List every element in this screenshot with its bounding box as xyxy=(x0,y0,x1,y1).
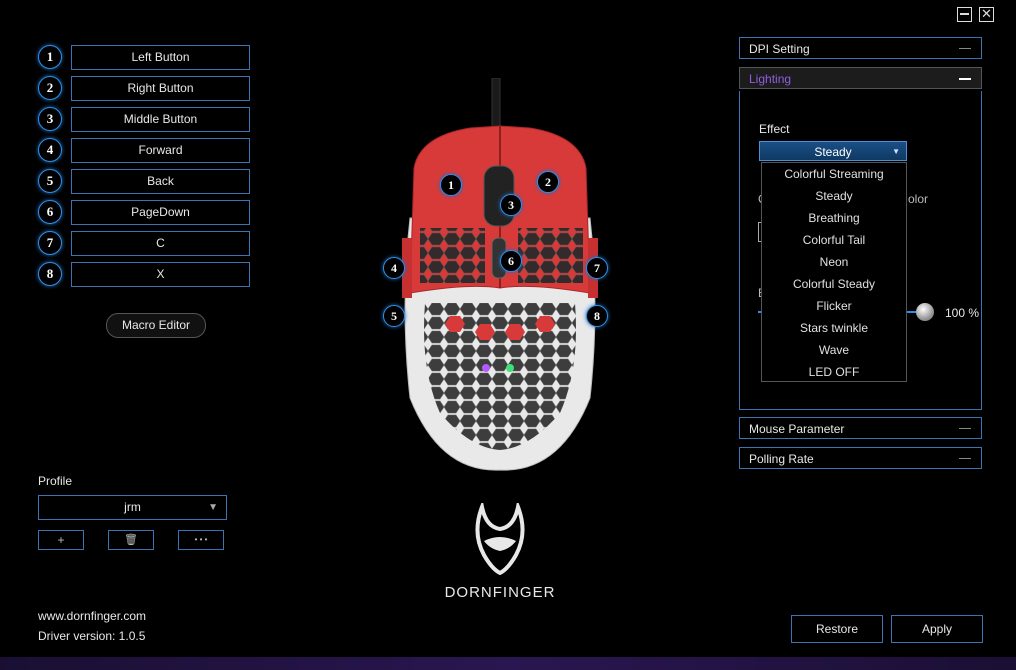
collapse-icon xyxy=(959,428,971,429)
button-number-8: 8 xyxy=(38,262,62,286)
effect-option[interactable]: Breathing xyxy=(762,207,906,229)
chevron-down-icon: ▼ xyxy=(208,502,218,513)
effect-option[interactable]: Colorful Streaming xyxy=(762,163,906,185)
effect-selected-value: Steady xyxy=(814,145,852,159)
collapse-icon xyxy=(959,78,971,80)
mouse-image: 1 2 3 4 5 6 7 8 xyxy=(380,77,620,478)
more-options-button[interactable]: • • • xyxy=(178,530,224,550)
button-number-3: 3 xyxy=(38,107,62,131)
website-link[interactable]: www.dornfinger.com xyxy=(38,609,146,623)
effect-option[interactable]: Colorful Tail xyxy=(762,229,906,251)
key-assignment-button-1[interactable]: Left Button xyxy=(71,45,250,70)
color-label-partial: olor xyxy=(908,192,929,206)
effect-option[interactable]: Wave xyxy=(762,339,906,361)
delete-profile-button[interactable]: 🗑 xyxy=(108,530,154,550)
effect-select[interactable]: Steady ▼ xyxy=(759,141,907,161)
effect-label: Effect xyxy=(759,122,790,136)
brightness-value: 100 % xyxy=(945,306,980,320)
brand-name: DORNFINGER xyxy=(444,584,556,601)
key-assignment-button-8[interactable]: X xyxy=(71,262,250,287)
button-number-1: 1 xyxy=(38,45,62,69)
effect-option[interactable]: Steady xyxy=(762,185,906,207)
key-assignment-button-6[interactable]: PageDown xyxy=(71,200,250,225)
key-assignment-button-7[interactable]: C xyxy=(71,231,250,256)
brand-logo xyxy=(470,499,530,576)
button-number-6: 6 xyxy=(38,200,62,224)
dornfinger-logo-icon xyxy=(475,499,525,576)
panel-lighting-label: Lighting xyxy=(749,72,792,86)
mouse-marker-7[interactable]: 7 xyxy=(586,257,608,279)
mouse-marker-3[interactable]: 3 xyxy=(500,194,522,216)
mouse-marker-6[interactable]: 6 xyxy=(500,250,522,272)
panel-dpi-label: DPI Setting xyxy=(749,42,810,56)
close-icon[interactable]: ✕ xyxy=(979,7,994,22)
key-assignment-button-5[interactable]: Back xyxy=(71,169,250,194)
mouse-illustration xyxy=(402,77,598,471)
chevron-down-icon: ▼ xyxy=(892,147,900,156)
mouse-marker-8[interactable]: 8 xyxy=(586,305,608,327)
button-number-4: 4 xyxy=(38,138,62,162)
key-assignment-button-2[interactable]: Right Button xyxy=(71,76,250,101)
button-number-2: 2 xyxy=(38,76,62,100)
effect-option[interactable]: Stars twinkle xyxy=(762,317,906,339)
panel-dpi-setting[interactable]: DPI Setting xyxy=(739,37,982,59)
profile-label: Profile xyxy=(38,474,73,488)
key-assignment-button-3[interactable]: Middle Button xyxy=(71,107,250,132)
key-assignment-button-4[interactable]: Forward xyxy=(71,138,250,163)
effect-option[interactable]: LED OFF xyxy=(762,361,906,383)
bottom-decorative-strip xyxy=(0,657,1016,670)
restore-button[interactable]: Restore xyxy=(791,615,883,643)
panel-polling-rate[interactable]: Polling Rate xyxy=(739,447,982,469)
button-number-5: 5 xyxy=(38,169,62,193)
driver-version: Driver version: 1.0.5 xyxy=(38,629,146,643)
panel-polling-rate-label: Polling Rate xyxy=(749,452,814,466)
panel-lighting[interactable]: Lighting xyxy=(739,67,982,89)
profile-selected-value: jrm xyxy=(124,500,141,514)
collapse-icon xyxy=(959,48,971,49)
apply-button[interactable]: Apply xyxy=(891,615,983,643)
profile-select[interactable]: jrm ▼ xyxy=(38,495,227,520)
effect-option[interactable]: Flicker xyxy=(762,295,906,317)
add-profile-button[interactable]: + xyxy=(38,530,84,550)
panel-mouse-parameter[interactable]: Mouse Parameter xyxy=(739,417,982,439)
trash-icon: 🗑 xyxy=(124,534,138,546)
mouse-marker-4[interactable]: 4 xyxy=(383,257,405,279)
panel-mouse-parameter-label: Mouse Parameter xyxy=(749,422,845,436)
button-number-7: 7 xyxy=(38,231,62,255)
mouse-marker-1[interactable]: 1 xyxy=(440,174,462,196)
collapse-icon xyxy=(959,458,971,459)
effect-dropdown-list: Colorful Streaming Steady Breathing Colorfu… xyxy=(761,162,907,382)
minimize-icon[interactable] xyxy=(957,7,972,22)
mouse-marker-5[interactable]: 5 xyxy=(383,305,405,327)
effect-option[interactable]: Colorful Steady xyxy=(762,273,906,295)
mouse-marker-2[interactable]: 2 xyxy=(537,171,559,193)
macro-editor-button[interactable]: Macro Editor xyxy=(106,313,206,338)
effect-option[interactable]: Neon xyxy=(762,251,906,273)
brightness-slider-handle[interactable] xyxy=(916,303,934,321)
